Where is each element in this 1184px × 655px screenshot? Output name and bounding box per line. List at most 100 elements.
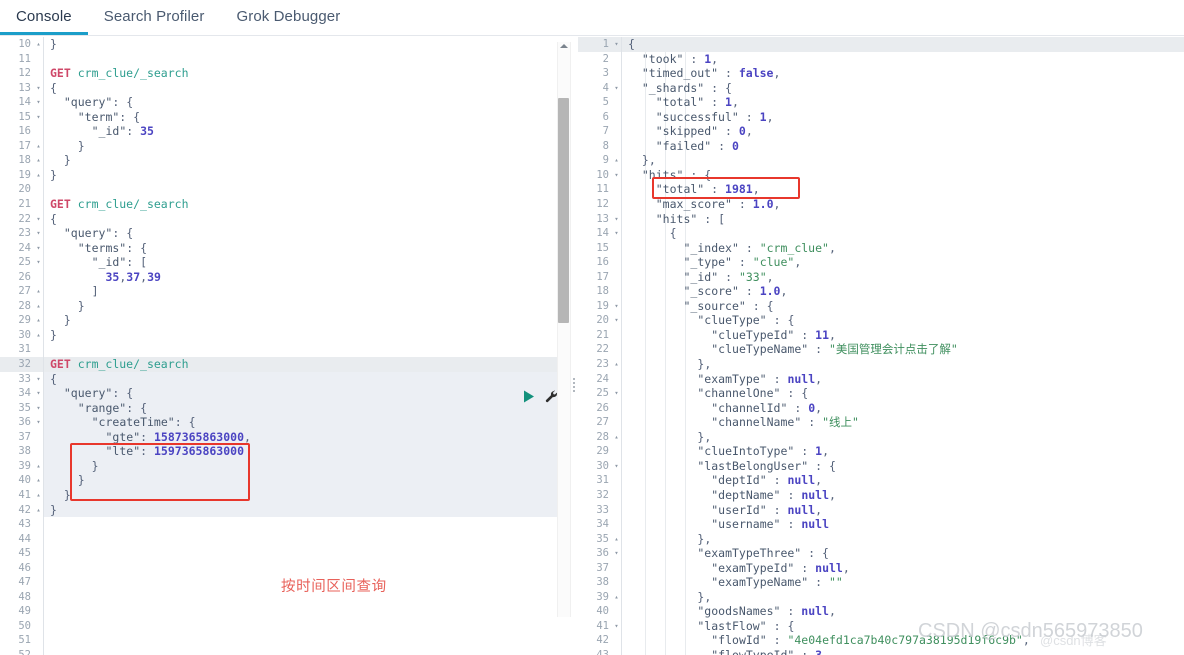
fold-toggle-icon[interactable]: ▴ [612,532,621,547]
code-line[interactable]: 16 "_type" : "clue", [578,255,1184,270]
code-line[interactable]: 3 "timed_out" : false, [578,66,1184,81]
fold-toggle-icon[interactable]: ▾ [612,459,621,474]
code-line[interactable]: 29 ▴ } [0,313,558,328]
code-line[interactable]: 21 "clueTypeId" : 11, [578,327,1184,343]
fold-toggle-icon[interactable]: ▾ [612,226,621,241]
code-line[interactable]: 13 ▾ { [0,80,558,96]
code-line[interactable]: 40 "goodsNames" : null, [578,604,1184,619]
code-line[interactable]: 15 "_index" : "crm_clue", [578,240,1184,256]
code-line[interactable]: 10 ▴} [0,37,558,52]
fold-toggle-icon[interactable]: ▴ [612,357,621,372]
code-line[interactable]: 25 ▾ "channelOne" : { [578,386,1184,401]
fold-toggle-icon[interactable]: ▾ [34,415,43,430]
code-line[interactable]: 8 "failed" : 0 [578,138,1184,154]
fold-toggle-icon[interactable]: ▾ [612,619,621,634]
code-line[interactable]: 38 "examTypeName" : "" [578,575,1184,590]
fold-toggle-icon[interactable]: ▴ [34,459,43,474]
code-line[interactable]: 20 ▾ "clueType" : { [578,313,1184,328]
fold-toggle-icon[interactable]: ▾ [34,386,43,401]
code-line[interactable]: 17 ▴ } [0,138,558,154]
code-line[interactable]: 33 ▾ { [0,371,558,387]
fold-toggle-icon[interactable]: ▴ [34,299,43,314]
code-line[interactable]: 27 ▴ ] [0,284,558,299]
code-line[interactable]: 19 ▾ "_source" : { [578,298,1184,314]
code-line[interactable]: 22 ▾ { [0,211,558,227]
fold-toggle-icon[interactable]: ▴ [34,473,43,488]
code-line[interactable]: 2 "took" : 1, [578,51,1184,67]
code-line[interactable]: 18 ▴ } [0,153,558,168]
fold-toggle-icon[interactable]: ▾ [34,255,43,270]
code-line[interactable]: 36 ▾ "createTime": { [0,415,558,430]
fold-toggle-icon[interactable]: ▾ [34,226,43,241]
code-line[interactable]: 46 [0,560,558,576]
fold-toggle-icon[interactable]: ▾ [612,37,621,52]
code-line[interactable]: 17 "_id" : "33", [578,269,1184,285]
code-line[interactable]: 26 "channelId" : 0, [578,400,1184,416]
fold-toggle-icon[interactable]: ▾ [612,313,621,328]
code-line[interactable]: 15 ▾ "term": { [0,109,558,125]
fold-toggle-icon[interactable]: ▾ [612,168,621,183]
code-line[interactable]: 40 ▴ } [0,473,558,488]
code-line[interactable]: 11 [0,51,558,67]
code-line[interactable]: 1 ▾ { [578,37,1184,52]
fold-toggle-icon[interactable]: ▾ [612,386,621,401]
code-line[interactable]: 5 "total" : 1, [578,95,1184,110]
code-line[interactable]: 49 [0,604,558,619]
code-line[interactable]: 31 [0,342,558,358]
code-line[interactable]: 34 ▾ "query": { [0,386,558,401]
code-line[interactable]: 4 ▾ "_shards" : { [578,80,1184,96]
code-line[interactable]: 28 ▴ } [0,298,558,314]
code-line[interactable]: 39 ▴ }, [578,589,1184,605]
code-line[interactable]: 41 ▴ } [0,487,558,503]
fold-toggle-icon[interactable]: ▾ [612,212,621,227]
fold-toggle-icon[interactable]: ▴ [34,153,43,168]
code-line[interactable]: 34 "username" : null [578,517,1184,532]
code-line[interactable]: 11 "total" : 1981, [578,182,1184,198]
fold-toggle-icon[interactable]: ▾ [34,372,43,387]
tab-search-profiler[interactable]: Search Profiler [88,0,221,35]
pane-drag-handle-icon[interactable] [571,378,577,392]
code-line[interactable]: 29 "clueIntoType" : 1, [578,444,1184,459]
code-line[interactable]: 18 "_score" : 1.0, [578,284,1184,299]
code-line[interactable]: 10 ▾ "hits" : { [578,167,1184,183]
code-line[interactable]: 16 "_id": 35 [0,124,558,139]
fold-toggle-icon[interactable]: ▴ [612,590,621,605]
code-line[interactable]: 13 ▾ "hits" : [ [578,211,1184,227]
code-line[interactable]: 30 ▾ "lastBelongUser" : { [578,458,1184,474]
request-actions[interactable] [523,390,558,403]
fold-toggle-icon[interactable]: ▴ [34,503,43,518]
code-line[interactable]: 50 [0,618,558,634]
code-line[interactable]: 42 "flowId" : "4e04efd1ca7b40c797a38195d… [578,633,1184,648]
code-line[interactable]: 43 "flowTypeId" : 3 [578,647,1184,655]
fold-toggle-icon[interactable]: ▴ [34,168,43,183]
code-line[interactable]: 14 ▾ "query": { [0,95,558,110]
fold-toggle-icon[interactable]: ▴ [34,488,43,503]
code-line[interactable]: 32 "deptName" : null, [578,487,1184,503]
fold-toggle-icon[interactable]: ▴ [34,139,43,154]
code-line[interactable]: 45 [0,546,558,561]
code-line[interactable]: 9 ▴ }, [578,153,1184,168]
code-line[interactable]: 32 GET crm_clue/_search [0,357,558,372]
code-line[interactable]: 43 [0,517,558,532]
tab-console[interactable]: Console [0,0,88,35]
code-line[interactable]: 12 "max_score" : 1.0, [578,197,1184,212]
response-lines[interactable]: 1 ▾{2 "took" : 1, 3 "timed_out" : false, 4 ▾… [578,37,1184,655]
code-line[interactable]: 38 "lte": 1597365863000 [0,444,558,459]
fold-toggle-icon[interactable]: ▾ [34,81,43,96]
fold-toggle-icon[interactable]: ▾ [34,212,43,227]
code-line[interactable]: 26 35,37,39 [0,269,558,285]
response-viewer[interactable]: 1 ▾{2 "took" : 1, 3 "timed_out" : false, 4 ▾… [578,37,1184,655]
fold-toggle-icon[interactable]: ▾ [34,241,43,256]
code-line[interactable]: 30 ▴} [0,327,558,343]
tab-grok-debugger[interactable]: Grok Debugger [220,0,356,35]
fold-toggle-icon[interactable]: ▾ [34,95,43,110]
fold-toggle-icon[interactable]: ▴ [612,430,621,445]
code-line[interactable]: 27 "channelName" : "线上" [578,415,1184,430]
code-line[interactable]: 39 ▴ } [0,458,558,474]
code-line[interactable]: 24 ▾ "terms": { [0,240,558,256]
code-line[interactable]: 44 [0,531,558,547]
fold-toggle-icon[interactable]: ▴ [612,153,621,168]
code-line[interactable]: 31 "deptId" : null, [578,473,1184,488]
code-line[interactable]: 47 [0,575,558,590]
code-line[interactable]: 14 ▾ { [578,226,1184,241]
